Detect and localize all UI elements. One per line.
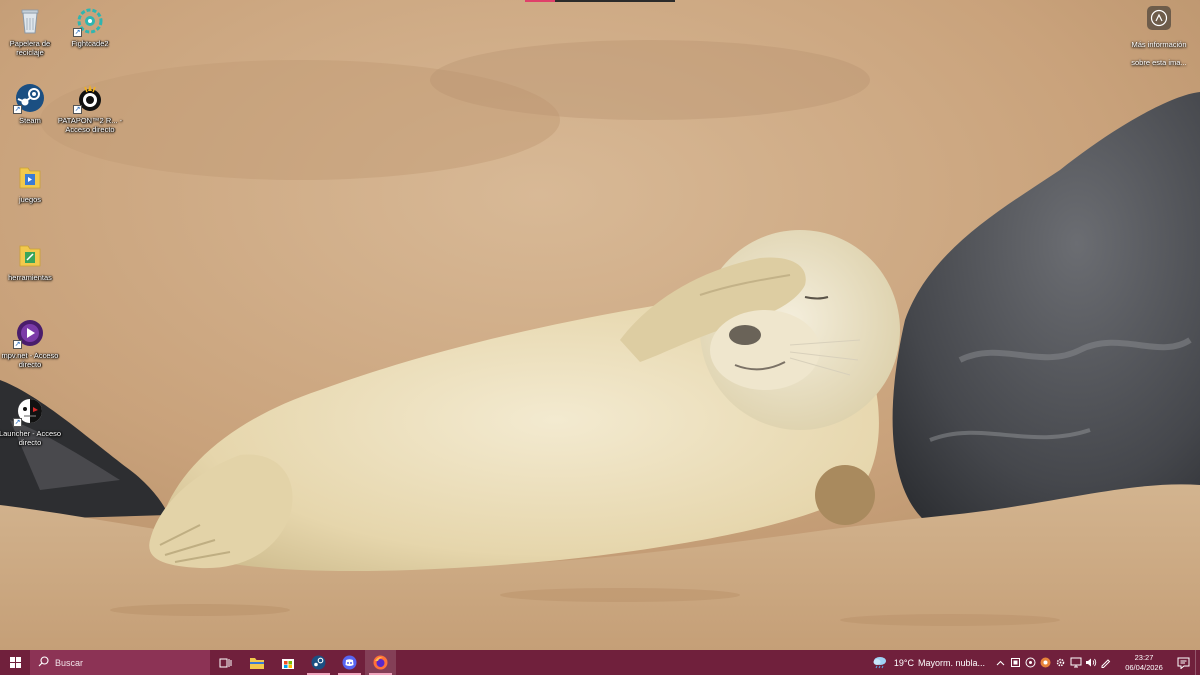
folder-icon [15,240,45,270]
taskbar: Buscar 19°C Mayorm. nubla... 23:27 06/04… [0,650,1200,675]
start-button[interactable] [0,650,30,675]
desktop-icon-label: herramientas [8,273,52,282]
tray-circle-icon[interactable] [1023,650,1038,675]
desktop-icon-label: PATAPON™2 R... - Acceso directo [57,116,123,134]
taskbar-firefox[interactable] [365,650,396,675]
taskbar-clock[interactable]: 23:27 06/04/2026 [1117,653,1171,673]
mpvnet-icon: ↗ [13,318,45,349]
launcher-icon: ↗ [13,396,45,427]
steam-icon: ↗ [13,83,45,114]
network-icon[interactable] [1068,650,1083,675]
taskbar-microsoft-store[interactable] [272,650,303,675]
weather-widget[interactable]: 19°C Mayorm. nubla... [872,655,985,671]
weather-condition: Mayorm. nubla... [917,657,985,668]
taskbar-steam[interactable] [303,650,334,675]
top-progress-accent [525,0,555,2]
shortcut-arrow-icon: ↗ [13,340,22,349]
task-view-icon [219,658,231,667]
weather-temperature: 19°C [893,657,914,668]
desktop-icon-fightcade[interactable]: ↗ Fightcade2 [55,6,125,48]
firefox-icon [373,655,388,670]
recycle-bin-icon [15,6,45,36]
search-placeholder: Buscar [55,657,84,668]
desktop-icon-patapon[interactable]: ↗ PATAPON™2 R... - Acceso directo [55,83,125,134]
notification-icon [1177,657,1189,669]
shortcut-arrow-icon: ↗ [73,105,82,114]
desktop-icon-label: juegos [18,195,42,204]
tray-overflow-chevron-icon[interactable] [993,650,1008,675]
desktop-wallpaper [0,0,1200,650]
windows-logo-icon [9,657,21,668]
desktop-icon-label: mpv.net - Acceso directo [1,351,59,369]
image-info-label: Más información sobre esta ima... [1131,40,1187,67]
taskbar-search[interactable]: Buscar [30,650,210,675]
show-desktop-button[interactable] [1195,650,1200,675]
desktop-icon-label: Launcher - Acceso directo [0,429,62,447]
top-progress-indicator [525,0,675,2]
taskbar-file-explorer[interactable] [241,650,272,675]
weather-cloud-rain-icon [872,655,888,671]
patapon-icon: ↗ [73,83,105,114]
tray-colored-app-icon[interactable] [1038,650,1053,675]
shortcut-arrow-icon: ↗ [13,105,22,114]
tray-gear-icon[interactable] [1053,650,1068,675]
folder-icon [249,657,264,669]
taskbar-task-view[interactable] [210,650,241,675]
desktop-icon-launcher[interactable]: ↗ Launcher - Acceso directo [0,396,65,447]
shortcut-arrow-icon: ↗ [13,418,22,427]
notification-center-button[interactable] [1171,650,1195,675]
clock-time: 23:27 [1134,652,1154,662]
store-icon [281,658,294,669]
steam-icon [311,655,326,670]
desktop-icon-mpvnet[interactable]: ↗ mpv.net - Acceso directo [0,318,65,369]
shortcut-arrow-icon: ↗ [73,28,82,37]
folder-icon [15,162,45,192]
tray-app-icon[interactable] [1008,650,1023,675]
camera-info-icon [1147,6,1171,30]
taskbar-discord[interactable] [334,650,365,675]
volume-icon[interactable] [1083,650,1098,675]
fightcade-icon: ↗ [73,6,105,37]
desktop-icon-herramientas[interactable]: herramientas [0,240,65,282]
discord-icon [342,655,357,670]
pen-input-icon[interactable] [1098,650,1113,675]
search-icon [38,656,49,669]
desktop-icon-image-info[interactable]: Más información sobre esta ima... [1124,6,1194,70]
desktop-icon-juegos[interactable]: juegos [0,162,65,204]
desktop-icon-label: Fightcade2 [71,39,109,48]
clock-date: 06/04/2026 [1125,662,1163,672]
